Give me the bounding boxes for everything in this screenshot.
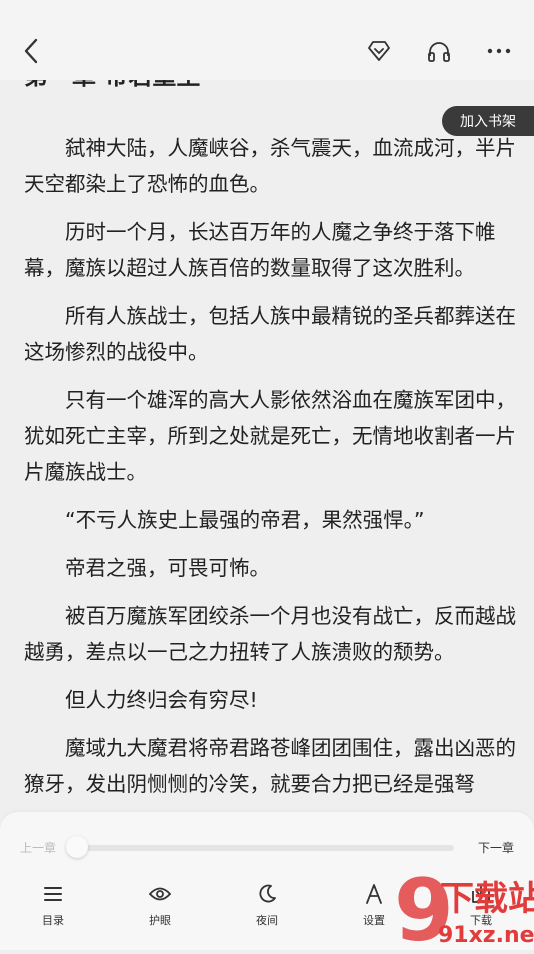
paragraph: 弑神大陆，人魔峡谷，杀气震天，血流成河，半片天空都染上了恐怖的血色。 — [24, 136, 516, 196]
paragraph: 魔域九大魔君将帝君路苍峰团团围住，露出凶恶的獠牙，发出阴恻恻的冷笑，就要合力把已… — [24, 736, 516, 796]
nav-eye-care-button[interactable]: 护眼 — [130, 880, 190, 936]
add-to-bookshelf-button[interactable]: 加入书架 — [442, 106, 534, 136]
nav-label: 目录 — [42, 914, 64, 927]
chapter-progress-slider[interactable] — [68, 845, 454, 851]
diamond-gift-icon[interactable] — [364, 36, 394, 66]
next-chapter-button[interactable]: 下一章 — [478, 839, 514, 856]
nav-label: 护眼 — [149, 914, 171, 927]
paragraph: 帝君之强，可畏可怖。 — [65, 556, 270, 580]
slider-thumb[interactable] — [66, 836, 88, 858]
moon-icon — [237, 880, 297, 908]
paragraph: 所有人族战士，包括人族中最精锐的圣兵都葬送在这场惨烈的战役中。 — [24, 304, 516, 364]
paragraph: 被百万魔族军团绞杀一个月也没有战亡，反而越战越勇，差点以一己之力扭转了人族溃败的… — [24, 604, 516, 664]
more-icon[interactable] — [484, 36, 514, 66]
back-arrow-icon[interactable] — [16, 36, 46, 66]
top-toolbar — [0, 0, 534, 80]
nav-night-button[interactable]: 夜间 — [237, 880, 297, 936]
headphones-icon[interactable] — [424, 36, 454, 66]
prev-chapter-button[interactable]: 上一章 — [20, 839, 56, 856]
paragraph: 历时一个月，长达百万年的人魔之争终于落下帷幕，魔族以超过人族百倍的数量取得了这次… — [24, 220, 496, 280]
nav-toc-button[interactable]: 目录 — [23, 880, 83, 936]
nav-label: 夜间 — [256, 914, 278, 927]
watermark-url: 91xz.net — [438, 923, 534, 948]
paragraph: 但人力终归会有穷尽! — [65, 688, 258, 712]
watermark-logo-icon: 9 下载站 91xz.net — [394, 861, 534, 954]
site-watermark: 9 下载站 91xz.net — [394, 858, 534, 954]
watermark-text: 下载站 — [440, 879, 534, 919]
menu-list-icon — [23, 880, 83, 908]
eye-icon — [130, 880, 190, 908]
paragraph: “不亏人族史上最强的帝君，果然强悍。” — [65, 508, 425, 532]
chapter-content: 弑神大陆，人魔峡谷，杀气震天，血流成河，半片天空都染上了恐怖的血色。 历时一个月… — [24, 130, 518, 814]
paragraph: 只有一个雄浑的高大人影依然浴血在魔族军团中，犹如死亡主宰，所到之处就是死亡，无情… — [24, 388, 516, 484]
